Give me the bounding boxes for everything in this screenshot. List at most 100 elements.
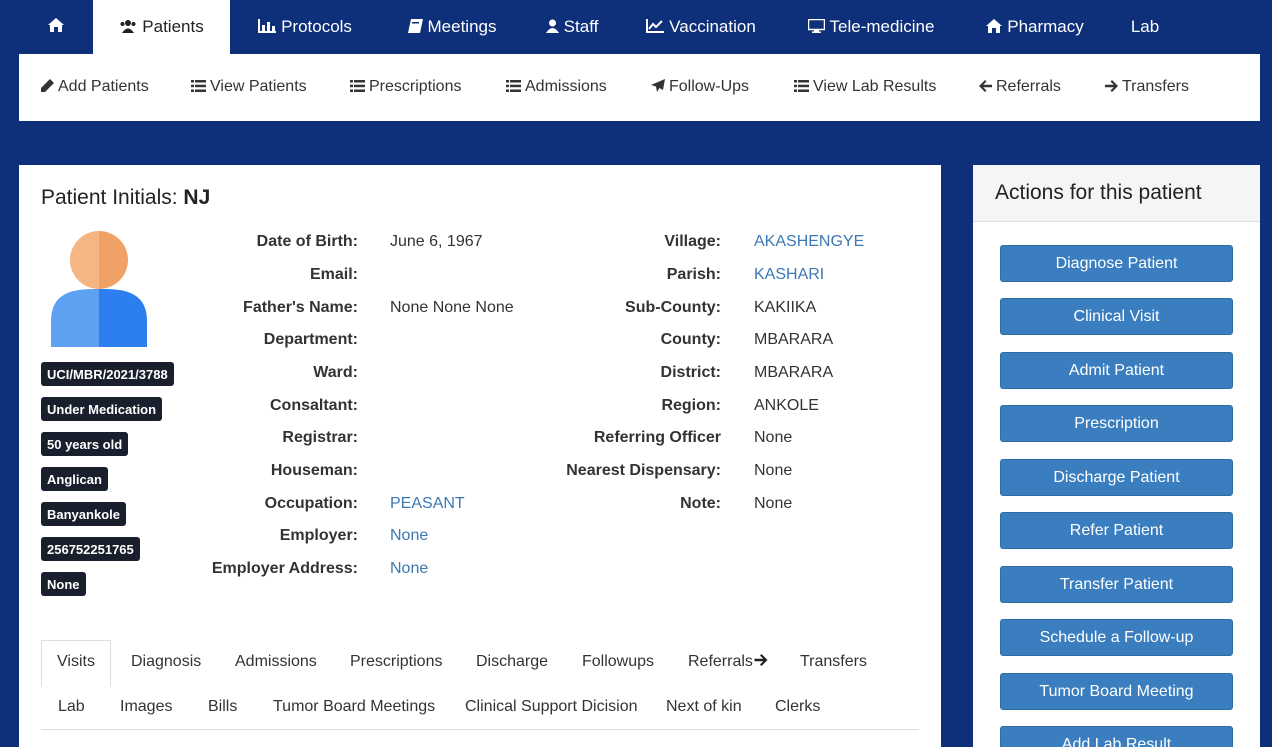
list-icon [350,79,365,95]
tab-images[interactable]: Images [120,698,172,716]
nav-telemedicine[interactable]: Tele-medicine [782,0,960,54]
village-value[interactable]: AKASHENGYE [754,233,864,251]
tab-discharge-label: Discharge [476,653,549,670]
phone-badge: 256752251765 [41,537,140,561]
tab-images-label: Images [120,698,173,715]
tab-prescriptions[interactable]: Prescriptions [350,653,442,671]
transfer-patient-button[interactable]: Transfer Patient [1000,566,1233,603]
nav-vaccination-label: Vaccination [669,17,756,36]
nav-patients[interactable]: Patients [93,0,230,54]
list-icon [794,79,809,95]
status-badge: Under Medication [41,397,163,421]
tab-diagnosis[interactable]: Diagnosis [131,653,201,671]
county-label: County: [660,331,721,348]
clinical-visit-button[interactable]: Clinical Visit [1000,298,1233,335]
extra-badge: None [41,572,86,596]
subnav-add-patients-label: Add Patients [58,78,149,95]
refer-patient-button[interactable]: Refer Patient [1000,512,1233,549]
discharge-patient-button[interactable]: Discharge Patient [1000,459,1233,496]
nav-pharmacy[interactable]: Pharmacy [960,0,1110,54]
tab-clinical-support-decision-label: Clinical Support Dicision [465,698,638,715]
tab-transfers[interactable]: Transfers [800,653,867,671]
note-value: None [754,495,793,512]
subnav-view-patients[interactable]: View Patients [191,78,307,96]
add-lab-result-button[interactable]: Add Lab Result [1000,726,1233,747]
tab-referrals[interactable]: Referrals [688,653,768,671]
county-value: MBARARA [754,331,834,348]
note-label: Note: [680,495,721,512]
desktop-icon [807,18,825,36]
subnav-view-patients-label: View Patients [210,78,307,95]
schedule-follow-up-button[interactable]: Schedule a Follow-up [1000,619,1233,656]
prescription-button[interactable]: Prescription [1000,405,1233,442]
tab-diagnosis-label: Diagnosis [131,653,202,670]
tab-followups[interactable]: Followups [582,653,654,671]
admit-patient-button[interactable]: Admit Patient [1000,352,1233,389]
houseman-label: Houseman: [270,462,358,479]
dob-label: Date of Birth: [256,233,358,250]
tab-referrals-label: Referrals [688,653,753,670]
department-label: Department: [263,331,358,348]
patient-id-badge: UCI/MBR/2021/3788 [41,362,174,386]
list-icon [506,79,521,95]
book-icon [407,18,423,36]
home-icon [48,17,64,37]
tab-admissions[interactable]: Admissions [235,653,317,671]
employer-address-value[interactable]: None [390,560,428,578]
tab-next-of-kin[interactable]: Next of kin [666,698,742,716]
subnav-view-lab-results[interactable]: View Lab Results [794,78,936,96]
tab-clerks[interactable]: Clerks [775,698,820,716]
subnav-admissions-label: Admissions [525,78,607,95]
subnav-add-patients[interactable]: Add Patients [41,78,149,96]
tab-transfers-label: Transfers [800,653,867,670]
tab-next-of-kin-label: Next of kin [666,698,742,715]
tribe-badge: Banyankole [41,502,126,526]
tab-discharge[interactable]: Discharge [476,653,548,671]
tab-lab-label: Lab [58,698,85,715]
occupation-value[interactable]: PEASANT [390,495,465,513]
sub-county-value: KAKIIKA [754,299,817,316]
nav-staff-label: Staff [563,17,599,36]
nav-meetings[interactable]: Meetings [380,0,524,54]
tab-tumor-board-meetings[interactable]: Tumor Board Meetings [273,698,435,716]
nav-telemedicine-label: Tele-medicine [829,17,935,36]
nav-staff[interactable]: Staff [524,0,620,54]
subnav-follow-ups[interactable]: Follow-Ups [651,78,749,96]
subnav-referrals[interactable]: Referrals [979,78,1061,96]
tab-lab[interactable]: Lab [58,698,85,716]
tab-bills[interactable]: Bills [208,698,237,716]
registrar-label: Registrar: [282,429,358,446]
tab-followups-label: Followups [582,653,655,670]
nav-vaccination[interactable]: Vaccination [620,0,782,54]
bar-chart-icon [258,18,277,36]
nav-home[interactable] [19,0,93,54]
nav-protocols-label: Protocols [281,17,352,36]
nav-lab[interactable]: Lab [1110,0,1180,54]
tab-visits[interactable]: Visits [41,640,111,687]
tab-tumor-board-meetings-label: Tumor Board Meetings [273,698,436,715]
subnav-transfers[interactable]: Transfers [1105,78,1189,96]
employer-value[interactable]: None [390,527,428,545]
subnav-prescriptions[interactable]: Prescriptions [350,78,461,96]
nav-protocols[interactable]: Protocols [230,0,380,54]
employer-label: Employer: [279,527,358,544]
diagnose-patient-button[interactable]: Diagnose Patient [1000,245,1233,282]
subnav-admissions[interactable]: Admissions [506,78,607,96]
tab-clinical-support-decision[interactable]: Clinical Support Dicision [465,698,638,716]
tumor-board-meeting-button[interactable]: Tumor Board Meeting [1000,673,1233,710]
tab-prescriptions-label: Prescriptions [350,653,443,670]
consultant-label: Consaltant: [270,397,358,414]
ward-label: Ward: [313,364,358,381]
subnav-transfers-label: Transfers [1122,78,1189,95]
employer-address-label: Employer Address: [211,560,358,577]
father-name-value: None None None [390,299,514,316]
subnav-referrals-label: Referrals [996,78,1061,95]
email-label: Email: [309,266,358,283]
users-icon [119,19,137,36]
nav-patients-label: Patients [142,17,204,36]
pencil-icon [41,79,54,95]
nav-meetings-label: Meetings [427,17,497,36]
parish-value[interactable]: KASHARI [754,266,824,284]
district-label: District: [660,364,721,381]
region-value: ANKOLE [754,397,819,414]
